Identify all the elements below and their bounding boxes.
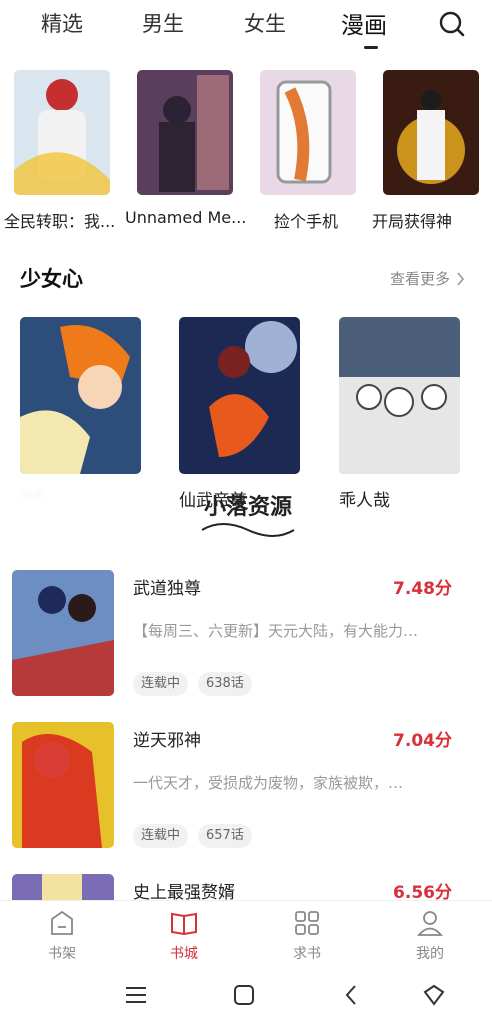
comic-title[interactable]: 开局获得神 [372, 208, 492, 232]
comic-title: 武道独尊 [133, 579, 201, 599]
comic-title[interactable]: · · [24, 486, 40, 506]
top-tab-bar: 精选 男生 女生 漫画 [0, 0, 492, 56]
comic-cover[interactable] [339, 317, 460, 474]
tab-featured[interactable]: 精选 [41, 8, 83, 38]
comic-title[interactable]: Unnamed Me... [125, 208, 247, 227]
tab-male[interactable]: 男生 [142, 8, 184, 38]
nav-label: 我的 [416, 946, 444, 962]
person-icon [417, 911, 443, 936]
assistant-icon[interactable] [421, 982, 447, 1008]
nav-label: 书架 [48, 946, 76, 962]
nav-request[interactable]: 求书 [267, 909, 347, 963]
comic-score: 7.04分 [393, 731, 452, 751]
comic-title[interactable]: 乖人哉 [339, 486, 390, 511]
menu-icon[interactable] [123, 982, 149, 1008]
watermark-logo: 小落资源 [192, 478, 304, 548]
nav-bookstore[interactable]: 书城 [144, 909, 224, 963]
list-item[interactable]: 逆天邪神 7.04分 一代天才，受损成为废物，家族被欺，… 连载中 657话 [0, 722, 492, 862]
chapter-count-badge: 638话 [198, 672, 252, 696]
comic-cover[interactable] [179, 317, 300, 474]
comic-cover[interactable] [137, 70, 233, 195]
nav-label: 求书 [293, 946, 321, 962]
active-tab-indicator [364, 46, 378, 49]
bottom-nav: 书架 书城 求书 我的 [0, 900, 492, 970]
comic-cover[interactable] [20, 317, 141, 474]
status-badge: 连载中 [133, 824, 189, 848]
comic-score: 6.56分 [393, 883, 452, 900]
see-more-link[interactable]: 查看更多 [390, 268, 465, 289]
comic-score: 7.48分 [393, 579, 452, 599]
grid-icon [295, 911, 319, 935]
nav-bookshelf[interactable]: 书架 [22, 909, 102, 963]
nav-profile[interactable]: 我的 [390, 909, 470, 963]
bookshelf-icon [51, 910, 73, 935]
comic-cover[interactable] [260, 70, 356, 195]
comic-cover[interactable] [12, 722, 114, 848]
chapter-count-badge: 657话 [198, 824, 252, 848]
comic-title: 史上最强赘婿 [133, 883, 235, 900]
list-item[interactable]: 史上最强赘婿 6.56分 [0, 874, 492, 900]
comic-cover[interactable] [12, 570, 114, 696]
comic-title: 逆天邪神 [133, 731, 201, 751]
book-open-icon [171, 912, 197, 936]
comic-title[interactable]: 全民转职：我... [4, 208, 126, 232]
comic-cover[interactable] [14, 70, 110, 195]
search-icon[interactable] [438, 10, 466, 38]
system-nav-bar [0, 970, 492, 1024]
svg-text:小落资源: 小落资源 [204, 495, 292, 520]
nav-label: 书城 [170, 946, 198, 962]
comic-cover[interactable] [383, 70, 479, 195]
comic-cover[interactable] [12, 874, 114, 900]
chevron-right-icon [457, 271, 465, 286]
tab-comics[interactable]: 漫画 [341, 6, 387, 40]
home-icon[interactable] [231, 982, 257, 1008]
list-item[interactable]: 武道独尊 7.48分 【每周三、六更新】天元大陆，有大能力… 连载中 638话 [0, 570, 492, 710]
see-more-label: 查看更多 [390, 270, 451, 288]
section-title: 少女心 [20, 267, 83, 291]
comic-description: 【每周三、六更新】天元大陆，有大能力… [133, 622, 419, 640]
comic-description: 一代天才，受损成为废物，家族被欺，… [133, 774, 404, 792]
tab-female[interactable]: 女生 [244, 8, 286, 38]
status-badge: 连载中 [133, 672, 189, 696]
back-icon[interactable] [339, 982, 365, 1008]
